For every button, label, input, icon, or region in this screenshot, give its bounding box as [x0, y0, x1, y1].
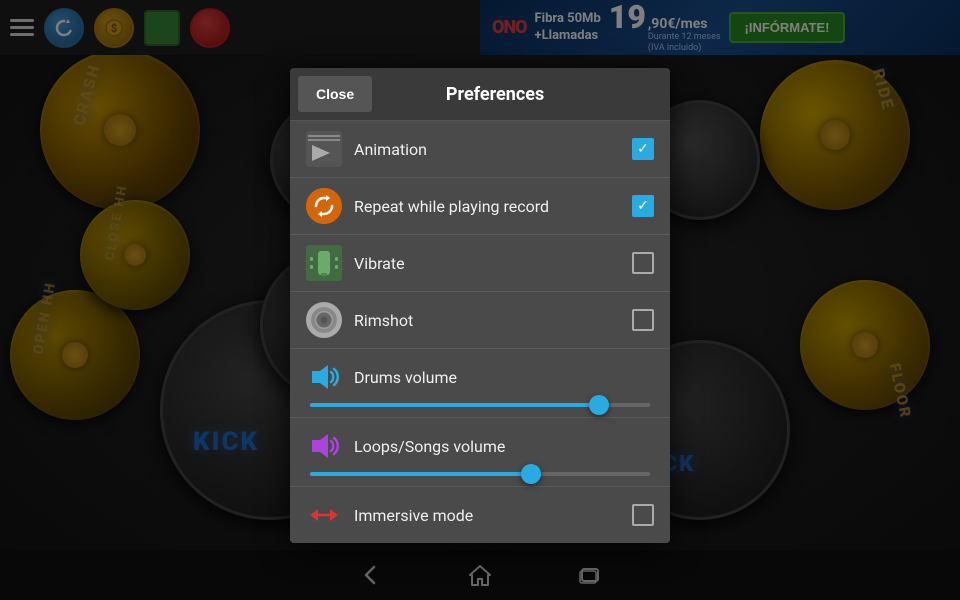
preferences-panel: Close Preferences Animation ✓ [290, 68, 670, 543]
preferences-body: Animation ✓ Repeat while playing record [290, 121, 670, 543]
animation-label: Animation [354, 140, 632, 159]
preference-repeat[interactable]: Repeat while playing record ✓ [290, 178, 670, 235]
repeat-icon [306, 188, 342, 224]
repeat-checkbox[interactable]: ✓ [632, 195, 654, 217]
vibrate-label: Vibrate [354, 254, 632, 273]
preference-vibrate[interactable]: Vibrate [290, 235, 670, 292]
close-button[interactable]: Close [298, 76, 372, 112]
vibrate-checkbox[interactable] [632, 252, 654, 274]
drums-volume-icon [306, 359, 342, 395]
rimshot-checkbox[interactable] [632, 309, 654, 331]
immersive-checkbox[interactable] [632, 504, 654, 526]
animation-checkbox[interactable]: ✓ [632, 138, 654, 160]
preferences-title: Preferences [380, 84, 670, 105]
immersive-icon [306, 497, 342, 533]
drums-volume-slider[interactable] [306, 395, 654, 407]
rimshot-label: Rimshot [354, 311, 632, 330]
preference-rimshot[interactable]: Rimshot [290, 292, 670, 349]
vibrate-icon [306, 245, 342, 281]
immersive-label: Immersive mode [354, 506, 632, 525]
rimshot-icon [306, 302, 342, 338]
loops-volume-label: Loops/Songs volume [354, 437, 654, 456]
animation-icon [306, 131, 342, 167]
loops-volume-slider[interactable] [306, 464, 654, 476]
preference-animation[interactable]: Animation ✓ [290, 121, 670, 178]
drums-volume-label: Drums volume [354, 368, 654, 387]
loops-volume-icon [306, 428, 342, 464]
preference-drums-volume: Drums volume [290, 349, 670, 418]
preference-loops-volume: Loops/Songs volume [290, 418, 670, 487]
preference-immersive[interactable]: Immersive mode [290, 487, 670, 543]
preferences-header: Close Preferences [290, 68, 670, 121]
repeat-label: Repeat while playing record [354, 197, 632, 216]
